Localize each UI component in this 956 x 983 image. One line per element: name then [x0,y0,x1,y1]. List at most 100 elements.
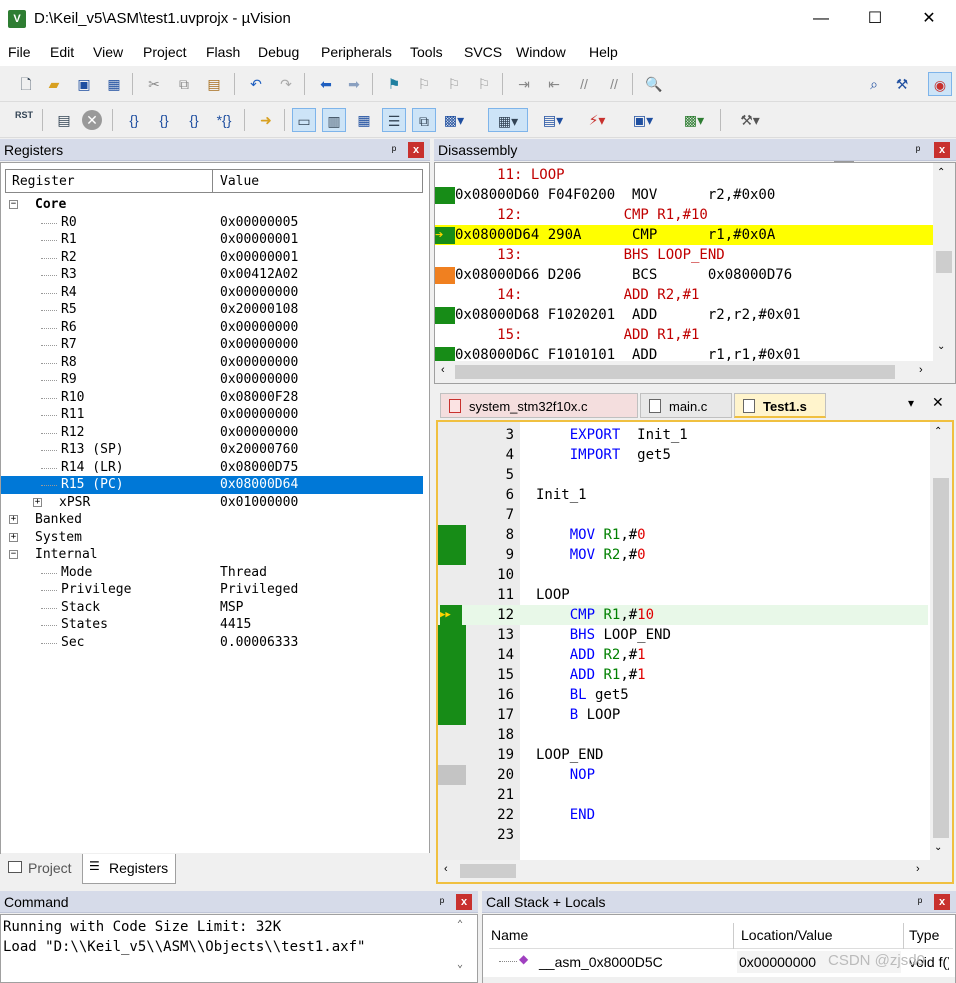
editor-line[interactable]: 17 B LOOP [438,705,928,725]
nav-forward-icon[interactable]: ➡ [342,72,366,96]
scroll-thumb[interactable] [933,478,949,838]
editor-line[interactable]: 16 BL get5 [438,685,928,705]
editor-line[interactable]: 14 ADD R2,#1 [438,645,928,665]
minimize-button[interactable]: — [794,0,848,38]
scroll-left-icon[interactable]: ‹ [444,863,448,875]
close-icon[interactable]: x [934,894,950,910]
stop-icon[interactable]: ✕ [82,110,102,130]
undo-icon[interactable]: ↶ [244,72,268,96]
editor-line[interactable]: 8 MOV R1,#0 [438,525,928,545]
save-all-icon[interactable]: ▦ [102,72,126,96]
disassembly-line[interactable]: 15: ADD R1,#1 [435,325,933,345]
tab-project[interactable]: Project [2,854,78,882]
symbols-window-icon[interactable]: ▦ [352,108,376,132]
register-row[interactable]: R15 (PC) 0x08000D64 [1,476,423,494]
register-row[interactable]: + xPSR 0x01000000 [1,494,423,512]
expand-toggle-icon[interactable]: − [9,550,18,559]
tab-system-stm32f10x[interactable]: system_stm32f10x.c [440,393,638,418]
disassembly-vscrollbar[interactable]: ⌃ ⌄ [933,163,955,361]
trace-window-icon[interactable]: ▣▾ [626,108,660,132]
indent-icon[interactable]: ⇥ [512,72,536,96]
editor-line[interactable]: 7 [438,505,928,525]
analysis-window-icon[interactable]: ⚡▾ [580,108,614,132]
disassembly-line[interactable]: 11: LOOP [435,165,933,185]
editor-line[interactable]: 3 EXPORT Init_1 [438,425,928,445]
nav-back-icon[interactable]: ⬅ [314,72,338,96]
disassembly-window-icon[interactable]: ▥ [322,108,346,132]
expand-toggle-icon[interactable]: + [9,532,18,542]
register-row[interactable]: R10 0x08000F28 [1,389,423,407]
scroll-up-icon[interactable]: ⌃ [934,426,942,437]
register-row[interactable]: R8 0x00000000 [1,354,423,372]
editor-hscrollbar[interactable]: ‹ › [438,860,952,882]
disassembly-line[interactable]: 13: BHS LOOP_END [435,245,933,265]
close-icon[interactable]: x [934,142,950,158]
editor-line[interactable]: 22 END [438,805,928,825]
disassembly-line[interactable]: 0x08000D66 D206 BCS 0x08000D76 [435,265,933,285]
register-row[interactable]: Stack MSP [1,599,423,617]
scroll-down-icon[interactable]: ⌄ [457,959,463,970]
save-icon[interactable]: ▣ [72,72,96,96]
register-row[interactable]: R2 0x00000001 [1,249,423,267]
paste-icon[interactable]: ▤ [202,72,226,96]
register-row[interactable]: R4 0x00000000 [1,284,423,302]
editor-line[interactable]: 6 Init_1 [438,485,928,505]
pin-icon[interactable]: ᵖ [912,894,928,910]
column-divider[interactable] [903,923,904,949]
next-bookmark-icon[interactable]: ⚐ [442,72,466,96]
disassembly-hscrollbar[interactable]: ‹ › [435,361,955,383]
toolbox-icon[interactable]: ⚒▾ [730,108,770,132]
pin-icon[interactable]: ᵖ [386,142,402,158]
menu-svcs[interactable]: SVCS [464,44,502,60]
editor-line[interactable]: 19 LOOP_END [438,745,928,765]
register-row[interactable]: − Core [1,196,423,214]
tab-list-dropdown-icon[interactable]: ▾ [908,396,914,410]
editor-line[interactable]: ▶▶ 12 CMP R1,#10 [438,605,928,625]
pin-icon[interactable]: ᵖ [910,142,926,158]
bookmark-icon[interactable]: ⚑ [382,72,406,96]
editor-line[interactable]: 5 [438,465,928,485]
copy-icon[interactable]: ⧉ [172,72,196,96]
value-column-header[interactable]: Value [220,174,259,189]
menu-project[interactable]: Project [143,44,187,60]
scroll-left-icon[interactable]: ‹ [441,364,445,376]
disassembly-line[interactable]: 12: CMP R1,#10 [435,205,933,225]
register-row[interactable]: + System [1,529,423,547]
memory-window-icon[interactable]: ▦▾ [488,108,528,132]
menu-file[interactable]: File [8,44,31,60]
register-row[interactable]: R13 (SP) 0x20000760 [1,441,423,459]
register-row[interactable]: − Internal [1,546,423,564]
editor-line[interactable]: 13 BHS LOOP_END [438,625,928,645]
register-row[interactable]: R6 0x00000000 [1,319,423,337]
editor-line[interactable]: 18 [438,725,928,745]
register-row[interactable]: R7 0x00000000 [1,336,423,354]
register-row[interactable]: R1 0x00000001 [1,231,423,249]
register-row[interactable]: Privilege Privileged [1,581,423,599]
scroll-thumb[interactable] [460,864,516,878]
expand-toggle-icon[interactable]: + [9,515,18,524]
reset-icon[interactable]: RST [12,108,36,132]
run-to-cursor-icon[interactable]: *{} [212,108,236,132]
editor-line[interactable]: 15 ADD R1,#1 [438,665,928,685]
config-icon[interactable]: ⚒ [890,72,914,96]
scroll-thumb[interactable] [455,365,895,379]
editor-line[interactable]: 9 MOV R2,#0 [438,545,928,565]
unindent-icon[interactable]: ⇤ [542,72,566,96]
menu-tools[interactable]: Tools [410,44,443,60]
register-row[interactable]: States 4415 [1,616,423,634]
find-in-files-icon[interactable]: 🔍 [642,72,666,96]
menu-help[interactable]: Help [589,44,618,60]
source-editor[interactable]: 3 EXPORT Init_1 4 IMPORT get5 5 6 Init_1 7 8 M… [436,420,954,884]
register-row[interactable]: R14 (LR) 0x08000D75 [1,459,423,477]
column-divider[interactable] [212,170,213,192]
callstack-hscrollbar[interactable] [483,977,955,983]
call-stack-icon[interactable]: ⧉ [412,108,436,132]
run-icon[interactable]: ▤ [52,108,76,132]
step-into-icon[interactable]: {} [122,108,146,132]
cut-icon[interactable]: ✂ [142,72,166,96]
disassembly-line[interactable]: 0x08000D68 F1020201 ADD r2,r2,#0x01 [435,305,933,325]
open-folder-icon[interactable]: ▰ [42,72,66,96]
register-row[interactable]: R12 0x00000000 [1,424,423,442]
expand-toggle-icon[interactable]: + [33,497,42,507]
register-row[interactable]: R9 0x00000000 [1,371,423,389]
